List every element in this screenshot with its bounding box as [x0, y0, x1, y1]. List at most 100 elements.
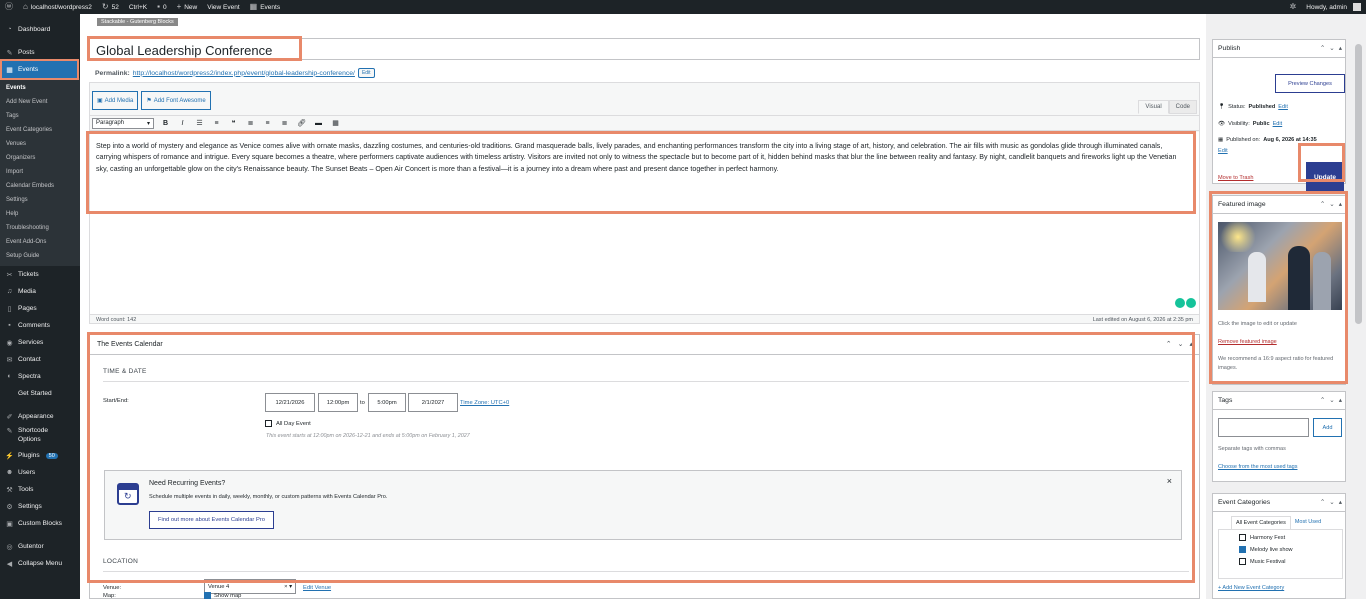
link-icon[interactable]: 🔗︎ — [296, 119, 307, 127]
new-content-link[interactable]: + New — [172, 3, 203, 11]
scrollbar[interactable] — [1355, 44, 1362, 324]
menu-users[interactable]: ☻ Users — [0, 464, 80, 481]
menu-media[interactable]: ♫ Media — [0, 283, 80, 300]
tab-all-event-categories[interactable]: All Event Categories — [1231, 516, 1291, 529]
tab-visual[interactable]: Visual — [1138, 100, 1169, 114]
menu-shortcode-options[interactable]: ✎ Shortcode Options — [0, 425, 80, 447]
submenu-settings[interactable]: Settings — [0, 193, 80, 207]
paragraph-format-select[interactable]: Paragraph ▾ — [92, 117, 154, 129]
submenu-event-add-ons[interactable]: Event Add-Ons — [0, 235, 80, 249]
view-event-link[interactable]: View Event — [202, 4, 244, 11]
user-account-link[interactable]: Howdy, admin — [1301, 3, 1366, 11]
move-to-trash-link[interactable]: Move to Trash — [1218, 175, 1253, 181]
chevron-down-icon[interactable]: ⌄ — [1329, 498, 1334, 506]
menu-gutentor[interactable]: ◎ Gutentor — [0, 538, 80, 555]
tags-hint: Separate tags with commas — [1218, 446, 1286, 452]
submenu-event-categories[interactable]: Event Categories — [0, 123, 80, 137]
command-palette-link[interactable]: Ctrl+K — [124, 4, 152, 11]
menu-dashboard[interactable]: ◔ Dashboard — [0, 21, 80, 38]
category-checkbox-music-festival[interactable] — [1239, 558, 1246, 565]
comments-link[interactable]: ▪ 0 — [152, 3, 171, 11]
toolbar-toggle-icon[interactable]: ▦ — [330, 119, 341, 127]
grammarly-icon[interactable] — [1175, 298, 1196, 308]
submenu-venues[interactable]: Venues — [0, 137, 80, 151]
menu-services[interactable]: ◉ Services — [0, 334, 80, 351]
chevron-up-icon[interactable]: ⌃ — [1320, 396, 1325, 404]
tab-code[interactable]: Code — [1168, 100, 1197, 114]
align-right-icon[interactable]: ≣ — [279, 119, 290, 127]
submenu-troubleshooting[interactable]: Troubleshooting — [0, 221, 80, 235]
event-categories-box: Event Categories ⌃ ⌄ ▴ All Event Categorie… — [1212, 493, 1346, 599]
bold-icon[interactable]: B — [160, 120, 171, 127]
permalink-url-link[interactable]: http://localhost/wordpress2/index.php/ev… — [133, 70, 355, 77]
add-font-awesome-button[interactable]: ⚑ Add Font Awesome — [141, 91, 211, 110]
submenu-events[interactable]: Events — [0, 81, 80, 95]
chevron-down-icon[interactable]: ⌄ — [1329, 44, 1334, 52]
status-edit-link[interactable]: Edit — [1278, 104, 1288, 110]
menu-posts[interactable]: ✎ Posts — [0, 44, 80, 61]
align-left-icon[interactable]: ≣ — [245, 119, 256, 127]
content-highlight — [86, 131, 1196, 214]
menu-tickets[interactable]: ✂ Tickets — [0, 266, 80, 283]
numbered-list-icon[interactable]: ≡ — [211, 120, 222, 127]
visibility-edit-link[interactable]: Edit — [1273, 121, 1283, 127]
updates-link[interactable]: ↻ 52 — [97, 3, 124, 11]
tags-input[interactable] — [1218, 418, 1309, 437]
media-icon: ♫ — [6, 288, 13, 295]
submenu-help[interactable]: Help — [0, 207, 80, 221]
network-icon[interactable]: ✲ — [1285, 3, 1302, 11]
wordpress-logo-icon[interactable]: ⓦ — [0, 3, 18, 11]
menu-comments[interactable]: ▪ Comments — [0, 317, 80, 334]
category-checkbox-harmony-fest[interactable] — [1239, 534, 1246, 541]
collapse-menu-button[interactable]: ◀ Collapse Menu — [0, 555, 80, 572]
bullet-list-icon[interactable]: ☰ — [194, 119, 205, 127]
events-calendar-highlight — [87, 332, 1195, 583]
add-new-category-link[interactable]: + Add New Event Category — [1218, 584, 1284, 593]
menu-plugins[interactable]: ⚡ Plugins 50 — [0, 447, 80, 464]
menu-settings[interactable]: ⚙ Settings — [0, 498, 80, 515]
show-map-checkbox[interactable] — [204, 592, 211, 599]
edit-venue-link[interactable]: Edit Venue — [303, 585, 331, 591]
menu-custom-blocks[interactable]: ▣ Custom Blocks — [0, 515, 80, 532]
comment-icon: ▪ — [157, 2, 160, 11]
add-media-button[interactable]: ▣ Add Media — [92, 91, 139, 110]
toggle-arrow-icon[interactable]: ▴ — [1339, 44, 1342, 52]
category-checkbox-melody-live-show[interactable] — [1239, 546, 1246, 553]
align-center-icon[interactable]: ≡ — [262, 120, 273, 127]
chevron-down-icon[interactable]: ⌄ — [1329, 396, 1334, 404]
submenu-import[interactable]: Import — [0, 165, 80, 179]
media-icon: ▣ — [97, 98, 103, 104]
mail-icon: ✉ — [6, 356, 13, 364]
permalink-row: Permalink: http://localhost/wordpress2/i… — [95, 68, 375, 78]
events-link[interactable]: ▦ Events — [245, 3, 285, 11]
menu-spectra[interactable]: ◐ Spectra — [0, 368, 80, 385]
choose-tags-link[interactable]: Choose from the most used tags — [1218, 463, 1297, 472]
menu-events[interactable]: ▦ Events — [0, 59, 79, 80]
chevron-up-icon[interactable]: ⌃ — [1320, 44, 1325, 52]
published-edit-link[interactable]: Edit — [1218, 148, 1228, 154]
plugins-count-badge: 50 — [45, 452, 58, 459]
submenu-setup-guide[interactable]: Setup Guide — [0, 249, 80, 263]
blockquote-icon[interactable]: ❝ — [228, 119, 239, 127]
add-tag-button[interactable]: Add — [1313, 418, 1342, 437]
toggle-arrow-icon[interactable]: ▴ — [1339, 498, 1342, 506]
tab-most-used[interactable]: Most Used — [1291, 516, 1325, 529]
menu-contact[interactable]: ✉ Contact — [0, 351, 80, 368]
menu-tools[interactable]: ⚒ Tools — [0, 481, 80, 498]
read-more-icon[interactable]: ▬ — [313, 120, 324, 127]
submenu-add-new-event[interactable]: Add New Event — [0, 95, 80, 109]
site-name-link[interactable]: ⌂ localhost/wordpress2 — [18, 3, 97, 11]
menu-appearance[interactable]: ✐ Appearance — [0, 408, 80, 425]
submenu-calendar-embeds[interactable]: Calendar Embeds — [0, 179, 80, 193]
toggle-arrow-icon[interactable]: ▴ — [1339, 396, 1342, 404]
menu-pages[interactable]: ▯ Pages — [0, 300, 80, 317]
preview-changes-button[interactable]: Preview Changes — [1275, 74, 1345, 93]
submenu-organizers[interactable]: Organizers — [0, 151, 80, 165]
clear-icon[interactable]: × ▾ — [284, 584, 292, 590]
chevron-up-icon[interactable]: ⌃ — [1320, 498, 1325, 506]
italic-icon[interactable]: I — [177, 120, 188, 127]
menu-get-started[interactable]: Get Started — [0, 385, 80, 402]
category-item: Melody live show — [1239, 546, 1293, 553]
submenu-tags[interactable]: Tags — [0, 109, 80, 123]
permalink-edit-button[interactable]: Edit — [357, 68, 375, 78]
